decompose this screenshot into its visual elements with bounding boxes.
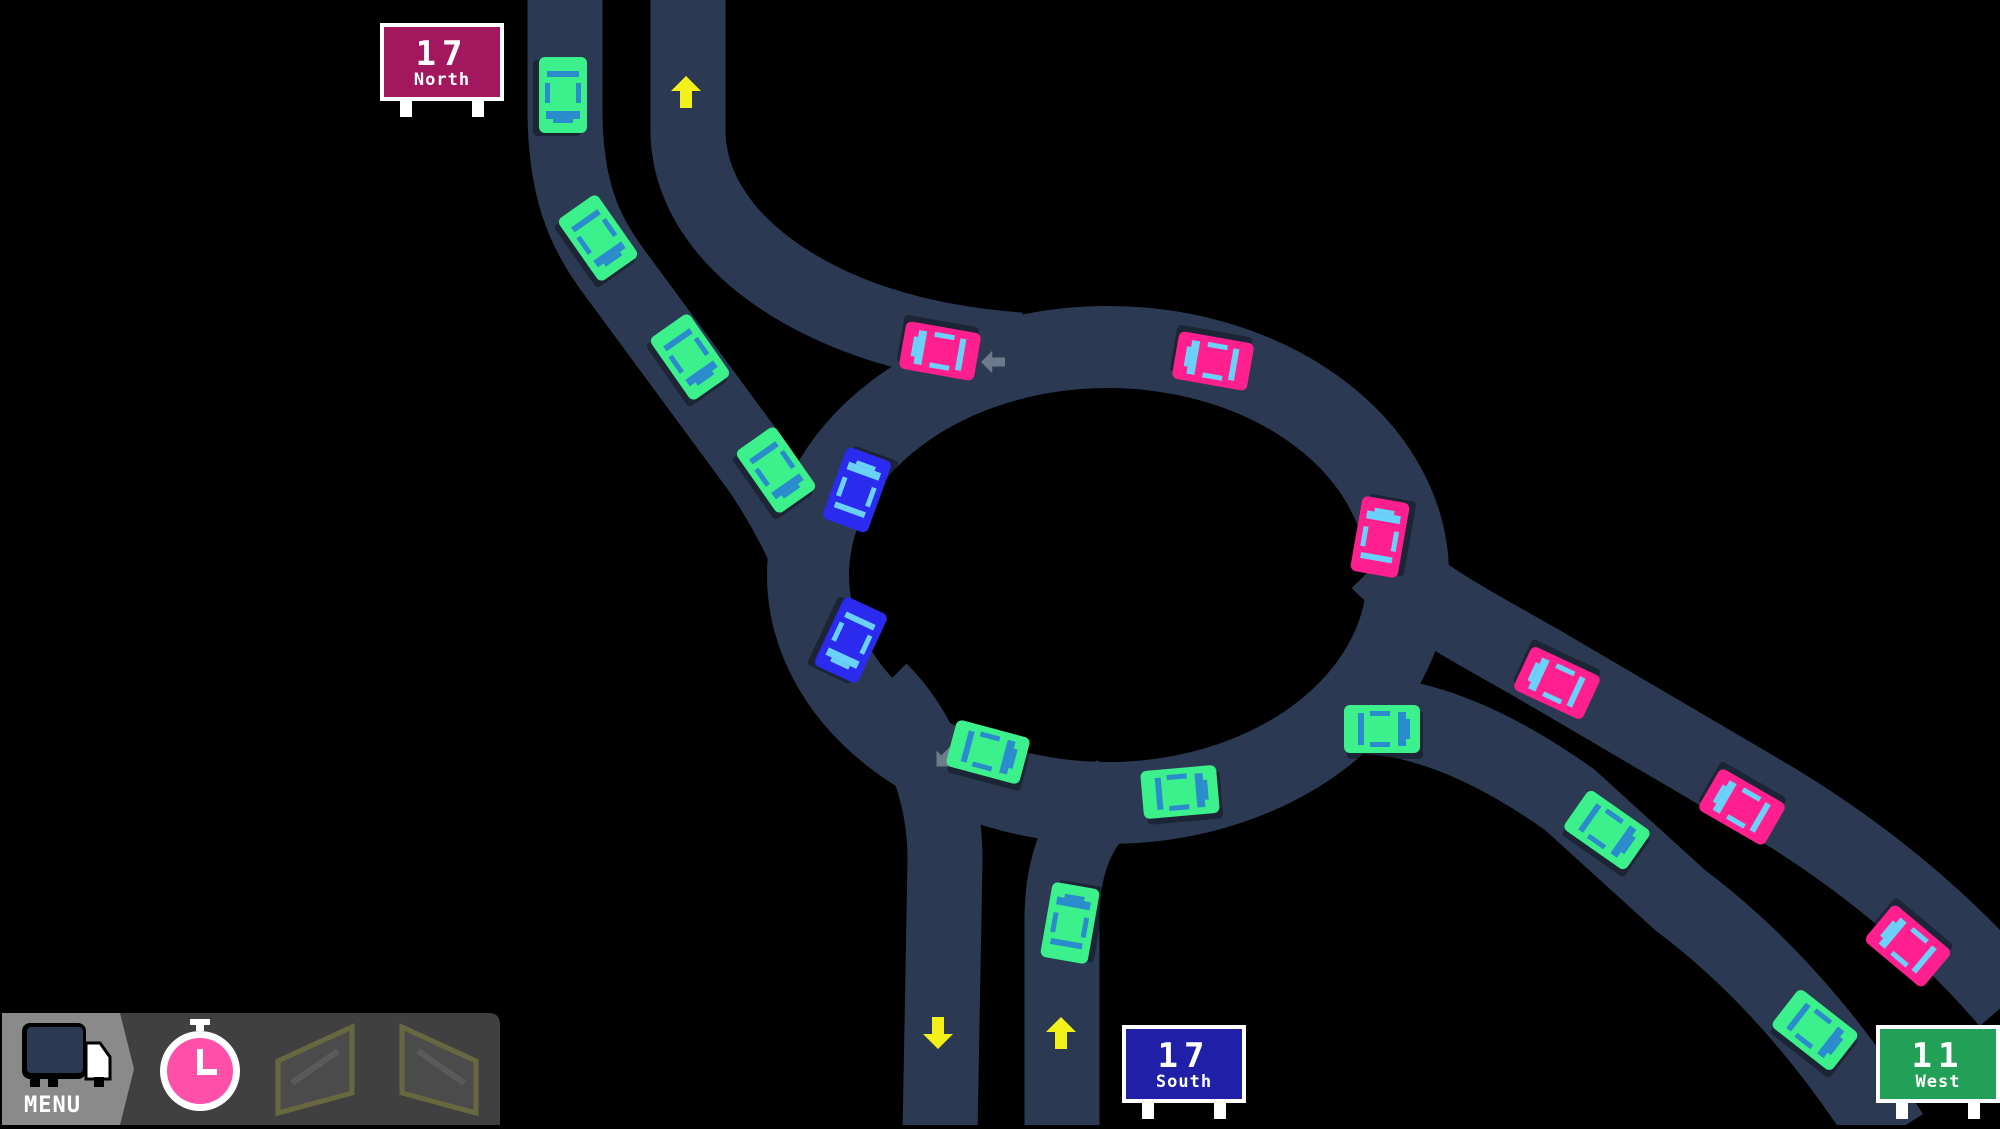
ramp-down-button[interactable] [394, 1013, 484, 1125]
ramp-up-icon [275, 1023, 355, 1117]
menu-label: MENU [24, 1093, 81, 1118]
ramp-down-icon [399, 1023, 479, 1117]
sign-direction: West [1915, 1072, 1961, 1092]
sign-number: 17 [415, 34, 469, 74]
sign-post [1968, 1103, 1980, 1119]
road-south-exit [852, 663, 983, 1125]
timer-button[interactable] [150, 1013, 250, 1125]
stopwatch-icon [160, 1019, 240, 1111]
sign-number: 11 [1911, 1036, 1965, 1076]
toolbar: MENU [2, 1013, 500, 1125]
menu-button[interactable]: MENU [2, 1013, 134, 1125]
car-green [1140, 765, 1224, 825]
car-green [533, 57, 587, 136]
sign-post [400, 101, 412, 117]
sign-17-north: 17 North [380, 23, 504, 117]
sign-11-west: 11 West [1876, 1025, 2000, 1119]
sign-direction: North [413, 70, 471, 90]
sign-post [1896, 1103, 1908, 1119]
sign-number: 17 [1157, 1036, 1211, 1076]
sign-post [472, 101, 484, 117]
car-green [1344, 705, 1423, 759]
sign-direction: South [1155, 1072, 1213, 1092]
sign-post [1142, 1103, 1154, 1119]
road-north-entry [650, 0, 1023, 388]
sign-post [1214, 1103, 1226, 1119]
game-map[interactable] [0, 0, 2000, 1125]
roundabout-center [888, 390, 1332, 746]
ramp-up-button[interactable] [272, 1013, 362, 1125]
sign-17-south: 17 South [1122, 1025, 1246, 1119]
